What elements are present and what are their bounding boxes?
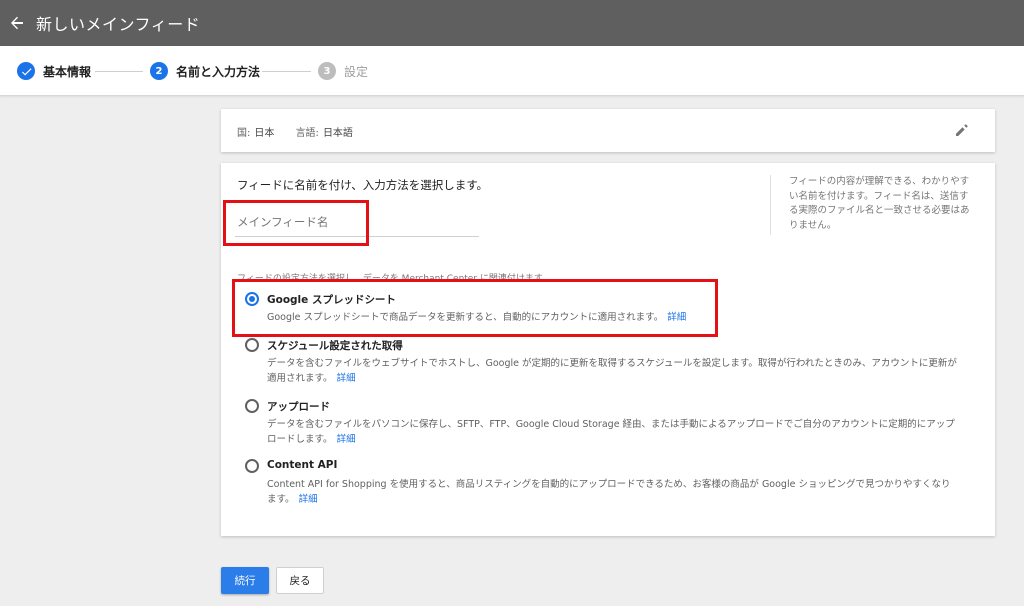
option-desc: データを含むファイルをウェブサイトでホストし、Google が定期的に更新を取得… bbox=[267, 358, 957, 384]
step-label: 設定 bbox=[344, 64, 369, 79]
step-connector bbox=[262, 71, 311, 72]
check-icon bbox=[17, 62, 35, 80]
continue-button[interactable]: 続行 bbox=[221, 567, 269, 594]
option-title: アップロード bbox=[267, 401, 330, 413]
learn-more-link[interactable]: 詳細 bbox=[337, 373, 356, 384]
language-value: 日本語 bbox=[322, 128, 353, 139]
back-button-bottom[interactable]: 戻る bbox=[276, 567, 324, 594]
learn-more-link[interactable]: 詳細 bbox=[299, 494, 318, 505]
country-key: 国: bbox=[237, 128, 251, 139]
step-settings[interactable]: 3 設定 bbox=[318, 62, 368, 80]
language-key: 言語: bbox=[295, 128, 319, 139]
option-desc: データを含むファイルをパソコンに保存し、SFTP、FTP、Google Clou… bbox=[267, 419, 955, 445]
step-number: 3 bbox=[318, 62, 336, 80]
radio-upload[interactable] bbox=[245, 399, 259, 413]
stepper: 基本情報 2 名前と入力方法 3 設定 bbox=[0, 46, 1024, 96]
form-heading: フィードに名前を付け、入力方法を選択します。 bbox=[237, 178, 489, 192]
step-label: 基本情報 bbox=[43, 64, 92, 79]
learn-more-link[interactable]: 詳細 bbox=[337, 434, 356, 445]
highlight-box-name bbox=[223, 200, 369, 246]
page-title: 新しいメインフィード bbox=[36, 15, 201, 34]
locale-summary: 国: 日本 言語: 日本語 bbox=[237, 124, 357, 139]
arrow-left-icon bbox=[11, 16, 23, 30]
back-button[interactable] bbox=[0, 0, 34, 46]
option-title: スケジュール設定された取得 bbox=[267, 340, 403, 352]
step-basic-info[interactable]: 基本情報 bbox=[17, 62, 91, 80]
feed-form-card: フィードに名前を付け、入力方法を選択します。 フィードの内容が理解できる、わかり… bbox=[221, 163, 995, 536]
step-name-and-method[interactable]: 2 名前と入力方法 bbox=[150, 62, 260, 80]
country-value: 日本 bbox=[254, 128, 275, 139]
help-text: フィードの内容が理解できる、わかりやすい名前を付けます。フィード名は、送信する実… bbox=[770, 175, 970, 235]
highlight-box-sheets bbox=[232, 279, 718, 337]
locale-card: 国: 日本 言語: 日本語 bbox=[221, 109, 995, 152]
pencil-icon[interactable] bbox=[953, 121, 971, 139]
radio-scheduled-fetch[interactable] bbox=[245, 338, 259, 352]
step-number: 2 bbox=[150, 62, 168, 80]
step-label: 名前と入力方法 bbox=[176, 64, 261, 79]
radio-content-api[interactable] bbox=[245, 459, 259, 473]
app-header: 新しいメインフィード bbox=[0, 0, 1024, 46]
option-desc: Content API for Shopping を使用すると、商品リスティング… bbox=[267, 479, 951, 505]
option-title: Content API bbox=[267, 459, 338, 471]
step-connector bbox=[95, 71, 143, 72]
